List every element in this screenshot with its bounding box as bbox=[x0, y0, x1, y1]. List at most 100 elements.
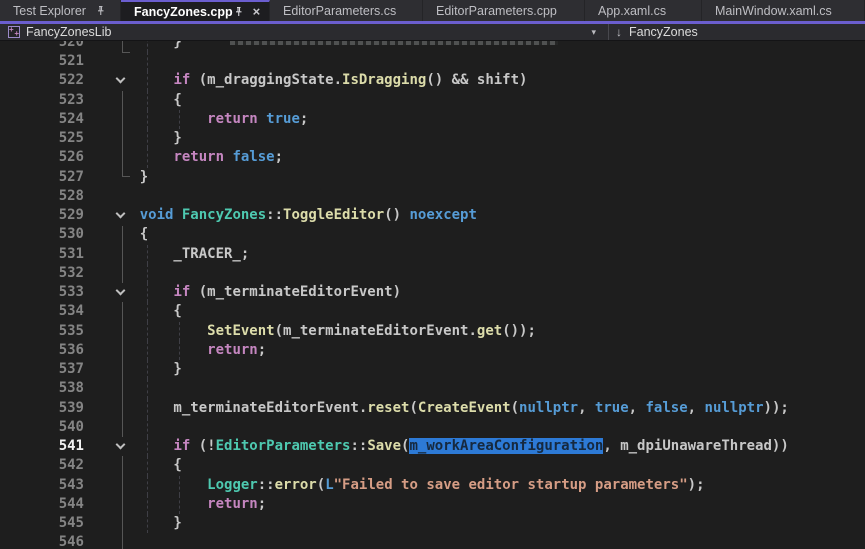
code-token: m_terminateEditorEvent. bbox=[106, 400, 367, 416]
code-token: get bbox=[477, 323, 502, 339]
tab-fancyzones-cpp[interactable]: FancyZones.cpp × bbox=[121, 0, 270, 21]
scope-dropdown[interactable]: ↓ FancyZones bbox=[609, 24, 698, 40]
code-line[interactable]: 545 } bbox=[0, 514, 865, 533]
line-number[interactable]: 537 bbox=[0, 360, 84, 379]
code-text: return false; bbox=[106, 148, 283, 167]
code-token: { bbox=[106, 226, 148, 242]
code-line[interactable]: 538 bbox=[0, 379, 865, 398]
code-token: )); bbox=[764, 400, 789, 416]
tab-app-xaml-cs[interactable]: App.xaml.cs bbox=[585, 0, 702, 21]
tab-label: FancyZones.cpp bbox=[134, 5, 233, 19]
line-number[interactable]: 525 bbox=[0, 129, 84, 148]
code-token: return bbox=[207, 342, 258, 358]
code-line[interactable]: 532 bbox=[0, 264, 865, 283]
line-number[interactable]: 540 bbox=[0, 418, 84, 437]
code-token: } bbox=[106, 169, 148, 185]
code-token bbox=[106, 496, 207, 512]
code-line[interactable]: 523 { bbox=[0, 91, 865, 110]
line-number[interactable]: 545 bbox=[0, 514, 84, 533]
project-dropdown[interactable]: ++ FancyZonesLib ▾ bbox=[0, 24, 609, 40]
code-token: ( bbox=[511, 400, 519, 416]
code-line[interactable]: 537 } bbox=[0, 360, 865, 379]
close-icon[interactable]: × bbox=[250, 5, 264, 18]
code-editor[interactable]: 520 }521522 if (m_draggingState.IsDraggi… bbox=[0, 41, 865, 549]
code-line[interactable]: 536 return; bbox=[0, 341, 865, 360]
code-text: } bbox=[106, 129, 182, 148]
line-number[interactable]: 541 bbox=[0, 437, 84, 456]
code-token: "Failed to save editor startup parameter… bbox=[334, 477, 688, 493]
code-line[interactable]: 528 bbox=[0, 187, 865, 206]
line-number[interactable]: 532 bbox=[0, 264, 84, 283]
code-token: } bbox=[106, 41, 182, 50]
line-number[interactable]: 543 bbox=[0, 476, 84, 495]
code-token: _TRACER_; bbox=[106, 246, 249, 262]
code-token: L bbox=[325, 477, 333, 493]
line-number[interactable]: 534 bbox=[0, 302, 84, 321]
code-line[interactable]: 531 _TRACER_; bbox=[0, 245, 865, 264]
code-line[interactable]: 539 m_terminateEditorEvent.reset(CreateE… bbox=[0, 399, 865, 418]
line-number[interactable]: 527 bbox=[0, 168, 84, 187]
line-number[interactable]: 546 bbox=[0, 533, 84, 549]
code-text: if (m_terminateEditorEvent) bbox=[106, 283, 401, 302]
code-line[interactable]: 529 void FancyZones::ToggleEditor() noex… bbox=[0, 206, 865, 225]
tab-test-explorer[interactable]: Test Explorer bbox=[0, 0, 121, 21]
code-line[interactable]: 526 return false; bbox=[0, 148, 865, 167]
code-text: SetEvent(m_terminateEditorEvent.get()); bbox=[106, 322, 536, 341]
code-token: (! bbox=[190, 438, 215, 454]
code-line[interactable]: 534 { bbox=[0, 302, 865, 321]
line-number[interactable]: 531 bbox=[0, 245, 84, 264]
line-number[interactable]: 520 bbox=[0, 41, 84, 52]
code-line[interactable]: 546 bbox=[0, 533, 865, 549]
plus-glyph: + bbox=[9, 26, 14, 34]
code-text: return; bbox=[106, 495, 266, 514]
code-text: return true; bbox=[106, 110, 308, 129]
line-number[interactable]: 542 bbox=[0, 456, 84, 475]
code-line[interactable]: 540 bbox=[0, 418, 865, 437]
code-token: FancyZones bbox=[182, 207, 266, 223]
line-number[interactable]: 535 bbox=[0, 322, 84, 341]
line-number[interactable]: 524 bbox=[0, 110, 84, 129]
code-line[interactable]: 541 if (!EditorParameters::Save(m_workAr… bbox=[0, 437, 865, 456]
code-token: noexcept bbox=[409, 207, 476, 223]
code-text: if (!EditorParameters::Save(m_workAreaCo… bbox=[106, 437, 789, 456]
line-number[interactable]: 523 bbox=[0, 91, 84, 110]
tab-editorparameters-cs[interactable]: EditorParameters.cs bbox=[270, 0, 423, 21]
code-line[interactable]: 533 if (m_terminateEditorEvent) bbox=[0, 283, 865, 302]
pin-icon[interactable] bbox=[233, 6, 244, 17]
line-number[interactable]: 533 bbox=[0, 283, 84, 302]
line-number[interactable]: 528 bbox=[0, 187, 84, 206]
code-line[interactable]: 525 } bbox=[0, 129, 865, 148]
code-line[interactable]: 530 { bbox=[0, 225, 865, 244]
code-token bbox=[106, 149, 173, 165]
code-token: :: bbox=[266, 207, 283, 223]
tab-editorparameters-cpp[interactable]: EditorParameters.cpp bbox=[423, 0, 585, 21]
line-number[interactable]: 529 bbox=[0, 206, 84, 225]
code-token: if bbox=[173, 438, 190, 454]
code-token: { bbox=[106, 303, 182, 319]
line-number[interactable]: 521 bbox=[0, 52, 84, 71]
code-token: true bbox=[266, 111, 300, 127]
code-line[interactable]: 527 } bbox=[0, 168, 865, 187]
code-line[interactable]: 521 bbox=[0, 52, 865, 71]
line-number[interactable]: 526 bbox=[0, 148, 84, 167]
line-number[interactable]: 522 bbox=[0, 71, 84, 90]
line-number[interactable]: 539 bbox=[0, 399, 84, 418]
pin-icon[interactable] bbox=[95, 5, 106, 16]
code-token bbox=[106, 111, 207, 127]
code-line[interactable]: 544 return; bbox=[0, 495, 865, 514]
tab-mainwindow-xaml-cs[interactable]: MainWindow.xaml.cs bbox=[702, 0, 865, 21]
code-line[interactable]: 543 Logger::error(L"Failed to save edito… bbox=[0, 476, 865, 495]
line-number[interactable]: 530 bbox=[0, 225, 84, 244]
line-number[interactable]: 538 bbox=[0, 379, 84, 398]
line-number[interactable]: 544 bbox=[0, 495, 84, 514]
code-token: () && shift) bbox=[426, 72, 527, 88]
code-line[interactable]: 524 return true; bbox=[0, 110, 865, 129]
code-line[interactable]: 520 } bbox=[0, 41, 865, 52]
code-line[interactable]: 542 { bbox=[0, 456, 865, 475]
code-line[interactable]: 535 SetEvent(m_terminateEditorEvent.get(… bbox=[0, 322, 865, 341]
code-line[interactable]: 522 if (m_draggingState.IsDragging() && … bbox=[0, 71, 865, 90]
code-token: , bbox=[578, 400, 595, 416]
indent-guide bbox=[147, 52, 148, 71]
line-number[interactable]: 536 bbox=[0, 341, 84, 360]
chevron-down-icon[interactable]: ▾ bbox=[591, 27, 596, 38]
